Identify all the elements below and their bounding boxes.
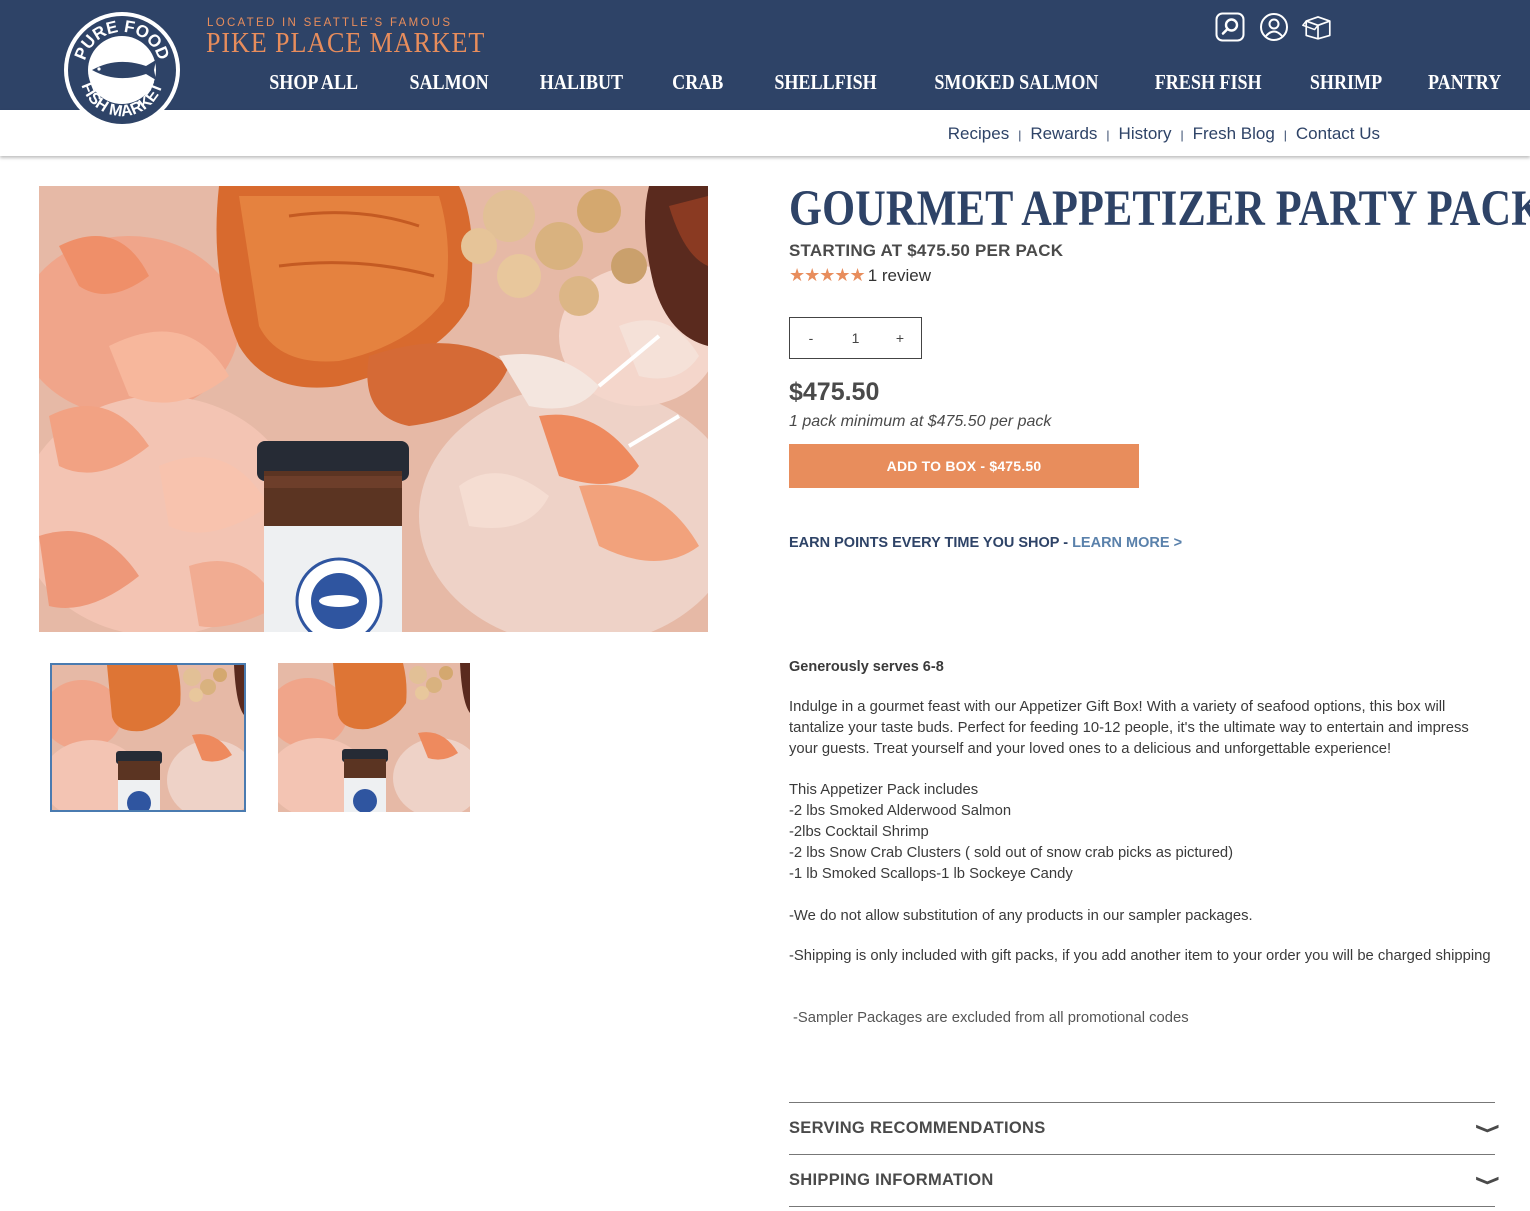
includes-list: This Appetizer Pack includes -2 lbs Smok…: [789, 780, 1499, 885]
description-paragraph: Indulge in a gourmet feast with our Appe…: [789, 699, 1469, 757]
includes-heading: This Appetizer Pack includes: [789, 782, 979, 798]
subnav-history[interactable]: History: [1119, 124, 1172, 144]
shipping-information-accordion[interactable]: SHIPPING INFORMATION ❯: [789, 1154, 1503, 1206]
minimum-order-note: 1 pack minimum at $475.50 per pack: [789, 413, 1052, 430]
product-thumbnail-1[interactable]: [50, 663, 246, 812]
rating-stars-icon: ★★★★★: [789, 265, 866, 285]
secondary-header: Recipes | Rewards | History | Fresh Blog…: [0, 110, 1530, 156]
product-title: GOURMET APPETIZER PARTY PACK: [789, 181, 1530, 237]
box-icon[interactable]: [1302, 11, 1334, 43]
review-count-link[interactable]: 1 review: [868, 266, 931, 286]
pure-food-fish-market-logo[interactable]: PURE FOOD FISH MARKET: [62, 8, 181, 132]
quantity-decrease-button[interactable]: -: [804, 330, 818, 346]
list-item: -1 lb Smoked Scallops-1 lb Sockeye Candy: [789, 866, 1073, 882]
nav-shrimp[interactable]: SHRIMP: [1310, 70, 1382, 95]
subnav-separator: |: [1283, 128, 1287, 142]
nav-pantry[interactable]: PANTRY: [1428, 70, 1501, 95]
nav-shellfish[interactable]: SHELLFISH: [774, 70, 876, 95]
product-main-image[interactable]: [39, 186, 708, 632]
subnav-separator: |: [1180, 128, 1184, 142]
subnav-separator: |: [1018, 128, 1022, 142]
quantity-stepper: - +: [789, 317, 922, 359]
accordion-label: SERVING RECOMMENDATIONS: [789, 1119, 1046, 1137]
nav-salmon[interactable]: SALMON: [410, 70, 489, 95]
product-thumbnail-2[interactable]: [278, 663, 470, 812]
promo-exclusion-note: -Sampler Packages are excluded from all …: [793, 1010, 1189, 1026]
secondary-nav: Recipes | Rewards | History | Fresh Blog…: [948, 124, 1380, 144]
nav-crab[interactable]: CRAB: [673, 70, 724, 95]
accordion-divider: [789, 1206, 1495, 1207]
substitution-note: -We do not allow substitution of any pro…: [789, 908, 1253, 924]
rewards-promo-text: EARN POINTS EVERY TIME YOU SHOP -: [789, 535, 1073, 551]
learn-more-link[interactable]: LEARN MORE >: [1072, 535, 1182, 551]
quantity-input[interactable]: [835, 330, 876, 346]
brand-name[interactable]: PIKE PLACE MARKET: [206, 27, 485, 60]
nav-fresh-fish[interactable]: FRESH FISH: [1154, 70, 1261, 95]
product-price: $475.50: [789, 378, 880, 406]
shipping-note: -Shipping is only included with gift pac…: [789, 948, 1491, 964]
accordion-label: SHIPPING INFORMATION: [789, 1171, 994, 1189]
chevron-down-icon: ❯: [1477, 1122, 1503, 1135]
quantity-increase-button[interactable]: +: [893, 330, 907, 346]
product-rating[interactable]: ★★★★★ 1 review: [789, 265, 931, 286]
list-item: -2lbs Cocktail Shrimp: [789, 824, 929, 840]
search-icon[interactable]: [1214, 11, 1246, 43]
subnav-contact-us[interactable]: Contact Us: [1296, 124, 1380, 144]
subnav-rewards[interactable]: Rewards: [1030, 124, 1097, 144]
subnav-recipes[interactable]: Recipes: [948, 124, 1009, 144]
account-icon[interactable]: [1258, 11, 1290, 43]
rewards-promo: EARN POINTS EVERY TIME YOU SHOP - LEARN …: [789, 535, 1182, 551]
chevron-down-icon: ❯: [1477, 1174, 1503, 1187]
main-nav: SHOP ALL SALMON HALIBUT CRAB SHELLFISH S…: [244, 70, 1507, 95]
serves-note: Generously serves 6-8: [789, 659, 944, 675]
subnav-fresh-blog[interactable]: Fresh Blog: [1193, 124, 1275, 144]
list-item: -2 lbs Smoked Alderwood Salmon: [789, 803, 1012, 819]
subnav-separator: |: [1106, 128, 1110, 142]
nav-halibut[interactable]: HALIBUT: [540, 70, 623, 95]
nav-shop-all[interactable]: SHOP ALL: [269, 70, 358, 95]
starting-price: STARTING AT $475.50 PER PACK: [789, 241, 1064, 260]
nav-smoked-salmon[interactable]: SMOKED SALMON: [934, 70, 1098, 95]
serving-recommendations-accordion[interactable]: SERVING RECOMMENDATIONS ❯: [789, 1102, 1503, 1154]
list-item: -2 lbs Snow Crab Clusters ( sold out of …: [789, 845, 1234, 861]
add-to-box-button[interactable]: ADD TO BOX - $475.50: [789, 444, 1139, 488]
